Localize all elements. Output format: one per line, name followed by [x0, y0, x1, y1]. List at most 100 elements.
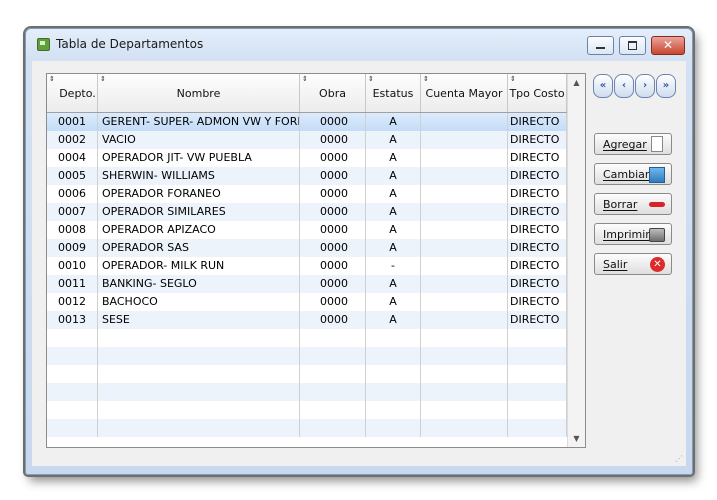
- table-cell: 0000: [300, 257, 366, 275]
- close-button[interactable]: ✕: [651, 36, 685, 55]
- table-cell: [300, 419, 366, 437]
- column-header-label: Depto.: [59, 86, 96, 100]
- table-cell: [300, 347, 366, 365]
- table-cell: A: [366, 131, 421, 149]
- table-cell: 0010: [47, 257, 98, 275]
- salir-button[interactable]: Salir ✕: [594, 253, 672, 275]
- table-cell: 0000: [300, 239, 366, 257]
- agregar-button[interactable]: Agregar: [594, 133, 672, 155]
- departments-grid[interactable]: ⇕ Depto. ⇕ Nombre ⇕ Obra ⇕ Estatus ⇕ Cuenta M…: [46, 73, 586, 448]
- empty-table-row[interactable]: [47, 329, 567, 347]
- table-cell: BANKING- SEGLO: [98, 275, 300, 293]
- table-cell: [508, 365, 567, 383]
- table-cell: [421, 185, 508, 203]
- table-cell: [47, 329, 98, 347]
- borrar-button[interactable]: Borrar: [594, 193, 672, 215]
- table-cell: A: [366, 311, 421, 329]
- table-cell: [421, 419, 508, 437]
- table-cell: 0012: [47, 293, 98, 311]
- cambiar-button[interactable]: Cambiar: [594, 163, 672, 185]
- sort-icon: ⇕: [49, 75, 55, 83]
- resize-grip-icon[interactable]: ⋰: [675, 454, 683, 463]
- table-cell: VACIO: [98, 131, 300, 149]
- next-record-button[interactable]: ›: [635, 74, 655, 98]
- red-minus-icon: [649, 202, 665, 207]
- table-row[interactable]: 0006 OPERADOR FORANEO 0000 A DIRECTO: [47, 185, 567, 203]
- table-cell: OPERADOR APIZACO: [98, 221, 300, 239]
- table-row[interactable]: 0004 OPERADOR JIT- VW PUEBLA 0000 A DIRECTO: [47, 149, 567, 167]
- table-cell: DIRECTO: [508, 239, 567, 257]
- table-cell: [98, 401, 300, 419]
- table-cell: [98, 383, 300, 401]
- table-cell: DIRECTO: [508, 203, 567, 221]
- empty-table-row[interactable]: [47, 383, 567, 401]
- double-chevron-right-icon: »: [662, 80, 670, 91]
- table-row[interactable]: 0005 SHERWIN- WILLIAMS 0000 A DIRECTO: [47, 167, 567, 185]
- imprimir-button[interactable]: Imprimir: [594, 223, 672, 245]
- table-cell: [98, 419, 300, 437]
- first-record-button[interactable]: «: [593, 74, 613, 98]
- table-cell: 0011: [47, 275, 98, 293]
- table-row[interactable]: 0013 SESE 0000 A DIRECTO: [47, 311, 567, 329]
- table-cell: 0000: [300, 293, 366, 311]
- salir-label: Salir: [603, 258, 628, 271]
- previous-record-button[interactable]: ‹: [614, 74, 634, 98]
- table-cell: DIRECTO: [508, 113, 567, 131]
- table-cell: [508, 347, 567, 365]
- table-row[interactable]: 0008 OPERADOR APIZACO 0000 A DIRECTO: [47, 221, 567, 239]
- column-header-label: Obra: [319, 86, 346, 100]
- table-cell: [366, 347, 421, 365]
- table-cell: [98, 329, 300, 347]
- table-cell: [421, 131, 508, 149]
- column-header-nombre[interactable]: ⇕ Nombre: [98, 74, 300, 112]
- empty-table-row[interactable]: [47, 401, 567, 419]
- table-cell: [47, 347, 98, 365]
- column-header-estatus[interactable]: ⇕ Estatus: [366, 74, 421, 112]
- table-cell: DIRECTO: [508, 293, 567, 311]
- table-cell: [421, 203, 508, 221]
- table-row[interactable]: 0001 GERENT- SUPER- ADMON VW Y FORD 0000 A D…: [47, 113, 567, 131]
- table-cell: [421, 329, 508, 347]
- empty-table-row[interactable]: [47, 347, 567, 365]
- column-header-label: Cuenta Mayor: [425, 86, 503, 100]
- column-header-obra[interactable]: ⇕ Obra: [300, 74, 366, 112]
- column-header-tpo-costo[interactable]: ⇕ Tpo Costo: [508, 74, 567, 112]
- table-cell: A: [366, 185, 421, 203]
- table-row[interactable]: 0012 BACHOCO 0000 A DIRECTO: [47, 293, 567, 311]
- table-cell: [421, 383, 508, 401]
- table-cell: [366, 329, 421, 347]
- table-row[interactable]: 0007 OPERADOR SIMILARES 0000 A DIRECTO: [47, 203, 567, 221]
- grid-header: ⇕ Depto. ⇕ Nombre ⇕ Obra ⇕ Estatus ⇕ Cuenta M…: [47, 74, 567, 113]
- last-record-button[interactable]: »: [656, 74, 676, 98]
- table-row[interactable]: 0002 VACIO 0000 A DIRECTO: [47, 131, 567, 149]
- empty-table-row[interactable]: [47, 365, 567, 383]
- scroll-down-icon[interactable]: ▼: [568, 430, 585, 447]
- table-cell: 0000: [300, 113, 366, 131]
- grid-body: ⇕ Depto. ⇕ Nombre ⇕ Obra ⇕ Estatus ⇕ Cuenta M…: [47, 74, 567, 447]
- table-cell: [421, 221, 508, 239]
- sort-icon: ⇕: [100, 75, 106, 83]
- scroll-up-icon[interactable]: ▲: [568, 74, 585, 91]
- table-cell: DIRECTO: [508, 167, 567, 185]
- table-row[interactable]: 0009 OPERADOR SAS 0000 A DIRECTO: [47, 239, 567, 257]
- title-bar[interactable]: Tabla de Departamentos ✕: [26, 29, 692, 59]
- table-cell: [421, 113, 508, 131]
- table-cell: OPERADOR SAS: [98, 239, 300, 257]
- red-x-circle-icon: ✕: [650, 257, 665, 272]
- column-header-cuenta-mayor[interactable]: ⇕ Cuenta Mayor: [421, 74, 508, 112]
- column-header-label: Estatus: [372, 86, 414, 100]
- table-row[interactable]: 0011 BANKING- SEGLO 0000 A DIRECTO: [47, 275, 567, 293]
- maximize-button[interactable]: [619, 36, 646, 55]
- table-cell: [421, 257, 508, 275]
- table-cell: [421, 365, 508, 383]
- table-cell: [421, 239, 508, 257]
- empty-table-row[interactable]: [47, 419, 567, 437]
- column-header-label: Nombre: [176, 86, 221, 100]
- vertical-scrollbar[interactable]: ▲ ▼: [567, 74, 585, 447]
- table-cell: [98, 365, 300, 383]
- column-header-depto[interactable]: ⇕ Depto.: [47, 74, 98, 112]
- table-cell: 0000: [300, 185, 366, 203]
- table-row[interactable]: 0010 OPERADOR- MILK RUN 0000- DIRECTO: [47, 257, 567, 275]
- minimize-button[interactable]: [587, 36, 614, 55]
- table-cell: 0008: [47, 221, 98, 239]
